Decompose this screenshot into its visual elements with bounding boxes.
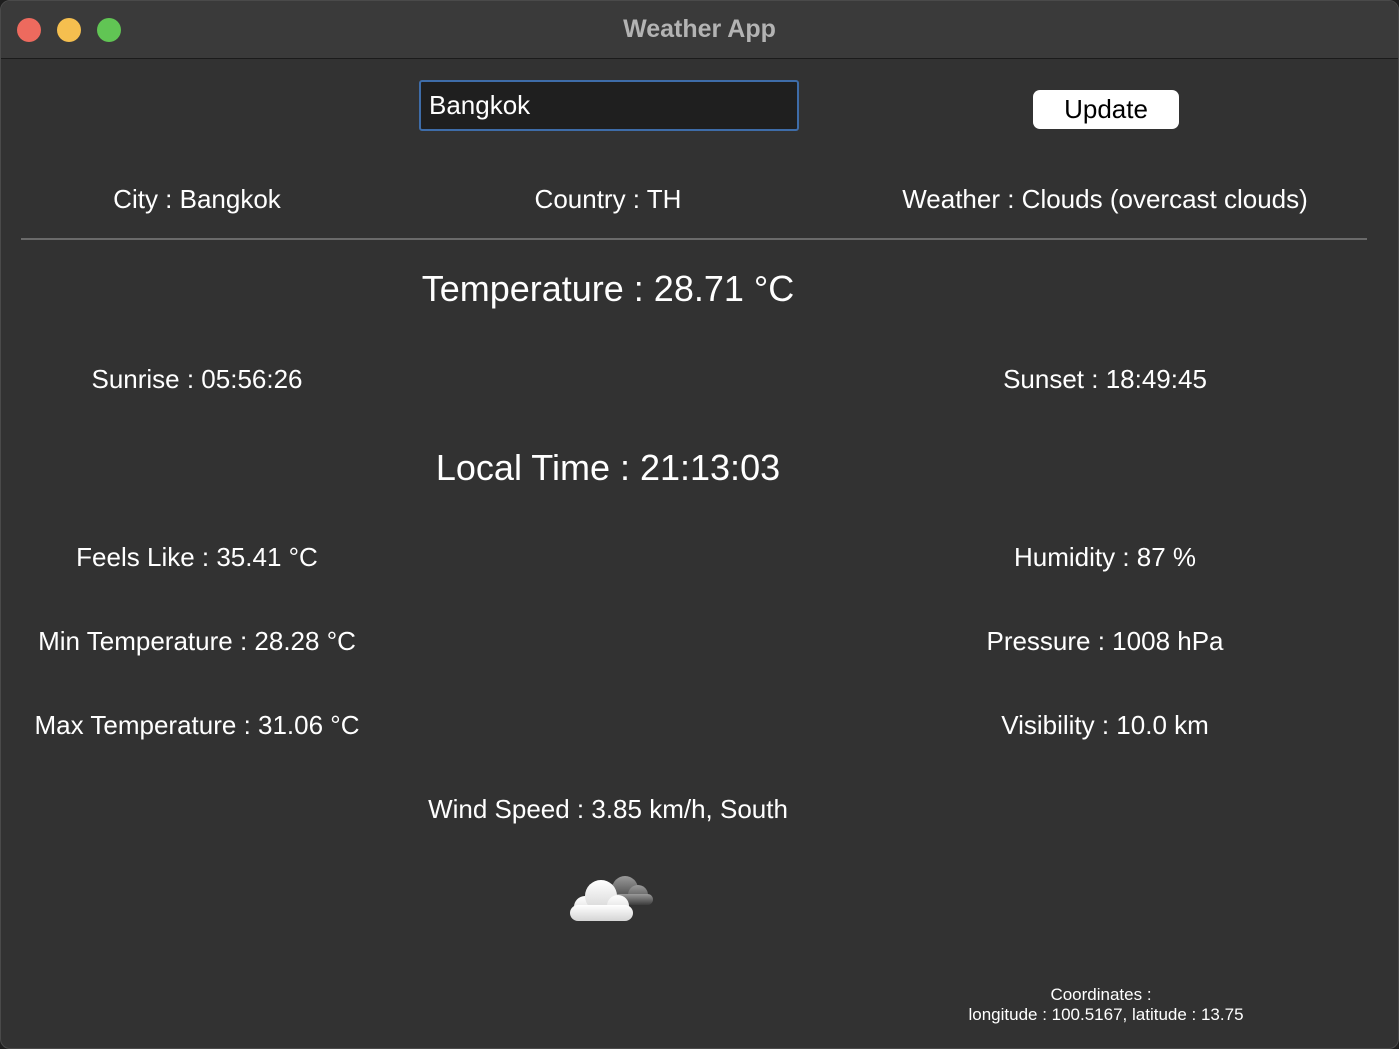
- app-window: Weather App Update City : Bangkok Countr…: [0, 0, 1399, 1049]
- wind-speed-label: Wind Speed : 3.85 km/h, South: [428, 794, 788, 824]
- window-title: Weather App: [623, 15, 776, 43]
- local-time-label: Local Time : 21:13:03: [435, 447, 781, 488]
- min-temperature-label: Min Temperature : 28.28 °C: [38, 626, 356, 656]
- title-bar: Weather App: [1, 1, 1398, 59]
- pressure-label: Pressure : 1008 hPa: [986, 626, 1224, 656]
- humidity-label: Humidity : 87 %: [1013, 542, 1197, 572]
- header-divider: [21, 238, 1367, 240]
- max-temperature-label: Max Temperature : 31.06 °C: [34, 710, 360, 740]
- temperature-label: Temperature : 28.71 °C: [421, 268, 795, 309]
- cloud-icon: [570, 876, 653, 921]
- feels-like-label: Feels Like : 35.41 °C: [76, 542, 318, 572]
- country-label: Country : TH: [534, 184, 682, 214]
- coordinates-values: longitude : 100.5167, latitude : 13.75: [968, 1005, 1244, 1024]
- city-label: City : Bangkok: [113, 184, 281, 214]
- sunrise-label: Sunrise : 05:56:26: [91, 364, 303, 394]
- visibility-label: Visibility : 10.0 km: [1001, 710, 1209, 740]
- weather-label: Weather : Clouds (overcast clouds): [902, 184, 1308, 214]
- sunset-label: Sunset : 18:49:45: [1003, 364, 1207, 394]
- city-search-input[interactable]: [419, 80, 799, 131]
- coordinates-label: Coordinates :: [1050, 985, 1152, 1004]
- update-button[interactable]: Update: [1033, 90, 1179, 129]
